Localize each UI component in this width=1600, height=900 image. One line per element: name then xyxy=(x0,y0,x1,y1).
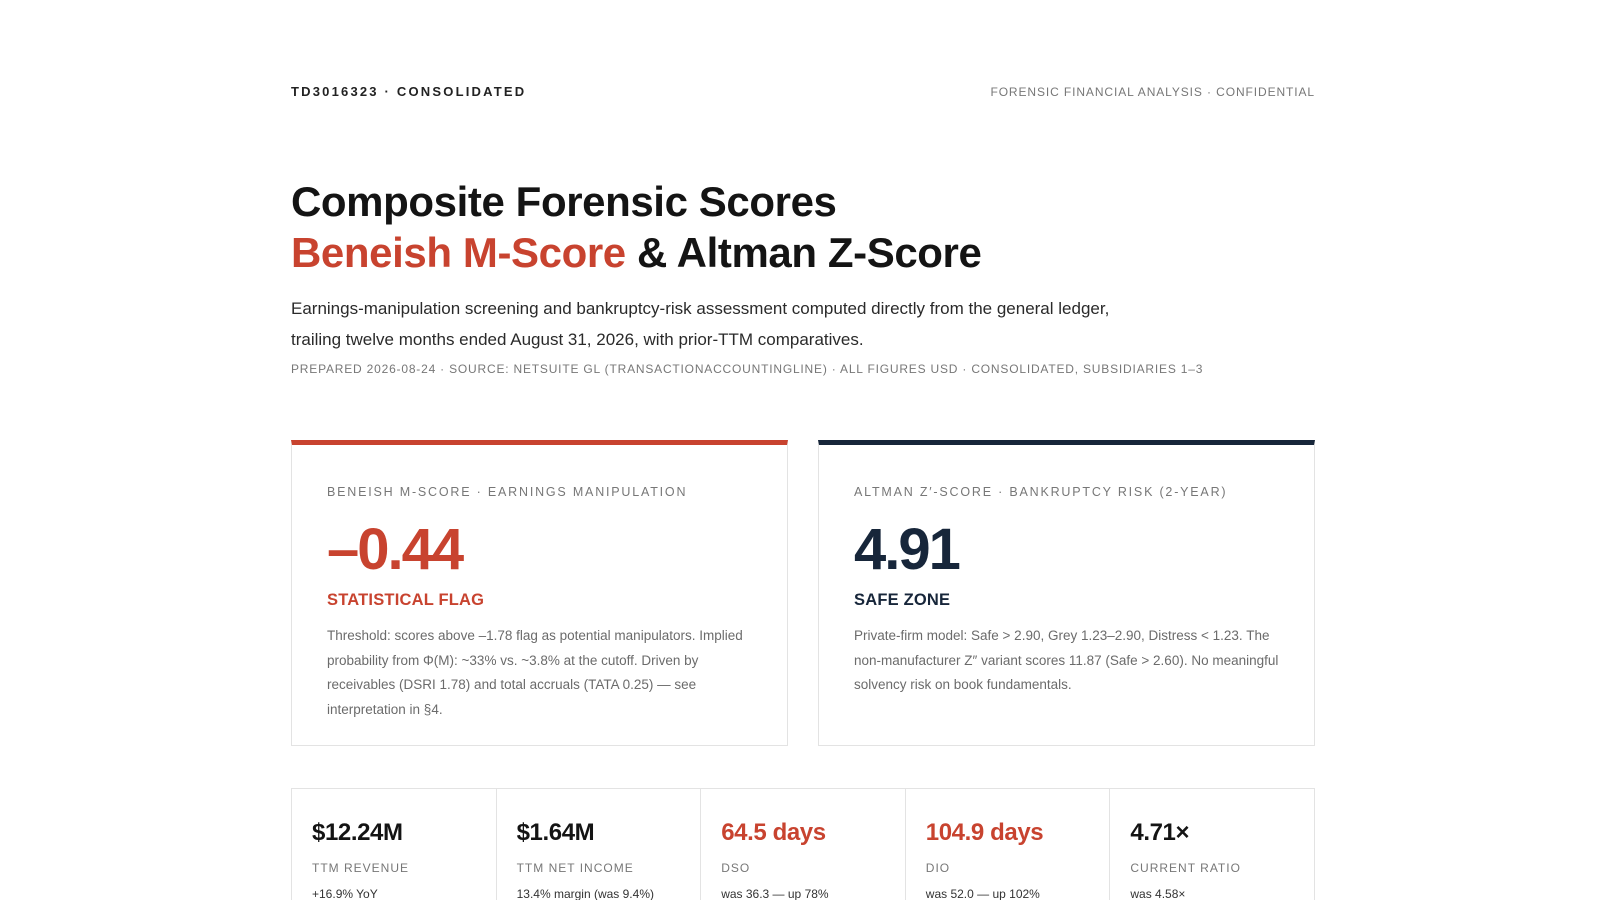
kpi-name: TTM REVENUE xyxy=(312,861,410,875)
kpi-name: TTM NET INCOME xyxy=(516,861,634,875)
title-rest: & Altman Z-Score xyxy=(625,229,982,276)
title-line-1: Composite Forensic Scores xyxy=(291,178,837,225)
altman-score: 4.91 xyxy=(854,517,961,582)
beneish-verdict: STATISTICAL FLAG xyxy=(327,591,485,609)
kpi-net-income: $1.64M TTM NET INCOME 13.4% margin (was … xyxy=(497,789,702,900)
beneish-card: BENEISH M-SCORE · EARNINGS MANIPULATION … xyxy=(291,440,788,746)
page-title: Composite Forensic Scores Beneish M-Scor… xyxy=(291,176,982,278)
beneish-description: Threshold: scores above –1.78 flag as po… xyxy=(327,628,743,717)
altman-verdict: SAFE ZONE xyxy=(854,591,951,609)
lede-paragraph: Earnings-manipulation screening and bank… xyxy=(291,299,1110,349)
classification-label: FORENSIC FINANCIAL ANALYSIS · CONFIDENTI… xyxy=(990,84,1315,99)
kpi-subtext: +16.9% YoY xyxy=(312,887,378,900)
kpi-name: DIO xyxy=(925,861,951,875)
altman-card: ALTMAN Z′-SCORE · BANKRUPTCY RISK (2-YEA… xyxy=(818,440,1315,746)
report-meta: PREPARED 2026-08-24 · SOURCE: NETSUITE G… xyxy=(291,362,1204,376)
kpi-subtext: was 4.58× xyxy=(1130,887,1186,900)
kpi-strip: $12.24M TTM REVENUE +16.9% YoY $1.64M TT… xyxy=(291,788,1315,900)
kpi-value: $12.24M xyxy=(312,819,403,846)
entity-id: TD3016323 · CONSOLIDATED xyxy=(291,84,527,99)
kpi-value: $1.64M xyxy=(516,819,595,846)
kpi-name: CURRENT RATIO xyxy=(1130,861,1241,875)
score-cards: BENEISH M-SCORE · EARNINGS MANIPULATION … xyxy=(291,440,1315,746)
kpi-dso: 64.5 days DSO was 36.3 — up 78% xyxy=(701,789,906,900)
beneish-score: –0.44 xyxy=(327,517,464,582)
altman-label: ALTMAN Z′-SCORE · BANKRUPTCY RISK (2-YEA… xyxy=(854,485,1228,499)
kpi-value: 64.5 days xyxy=(721,819,826,846)
beneish-label: BENEISH M-SCORE · EARNINGS MANIPULATION xyxy=(327,485,688,499)
kpi-subtext: 13.4% margin (was 9.4%) xyxy=(516,887,654,900)
kpi-name: DSO xyxy=(721,861,751,875)
kpi-value: 104.9 days xyxy=(925,819,1044,846)
report-header: TD3016323 · CONSOLIDATED FORENSIC FINANC… xyxy=(291,84,1315,99)
report-page: TD3016323 · CONSOLIDATED FORENSIC FINANC… xyxy=(291,0,1315,900)
kpi-value: 4.71× xyxy=(1130,819,1190,846)
kpi-subtext: was 36.3 — up 78% xyxy=(721,887,829,900)
kpi-revenue: $12.24M TTM REVENUE +16.9% YoY xyxy=(292,789,497,900)
title-accent: Beneish M-Score xyxy=(291,229,626,276)
kpi-current-ratio: 4.71× CURRENT RATIO was 4.58× xyxy=(1110,789,1314,900)
kpi-dio: 104.9 days DIO was 52.0 — up 102% xyxy=(906,789,1111,900)
altman-description: Private-firm model: Safe > 2.90, Grey 1.… xyxy=(854,628,1279,692)
kpi-subtext: was 52.0 — up 102% xyxy=(925,887,1040,900)
